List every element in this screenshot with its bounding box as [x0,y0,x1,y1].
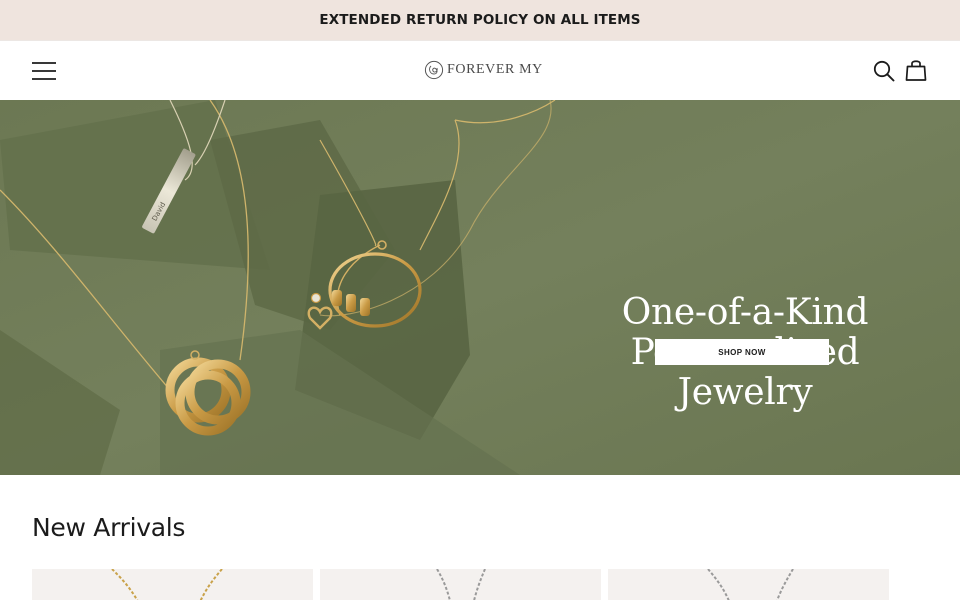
shop-now-button[interactable]: SHOP NOW [655,339,829,365]
product-image [707,569,794,600]
site-logo[interactable]: FOREVER MY [424,59,543,81]
hero-jewelry-image: David [0,100,960,475]
product-card[interactable] [320,569,601,600]
hero-banner: David One-of-a-Kind Personalized Jewelry [0,100,960,475]
product-card[interactable] [608,569,889,600]
hero-title-line: Jewelry [677,372,813,413]
search-icon[interactable] [872,59,896,88]
announcement-bar: EXTENDED RETURN POLICY ON ALL ITEMS [0,0,960,40]
announcement-text: EXTENDED RETURN POLICY ON ALL ITEMS [319,12,641,28]
site-header: FOREVER MY [0,40,960,100]
new-arrivals-title: New Arrivals [32,513,186,542]
hero-title-line: One-of-a-Kind [621,292,869,333]
logo-emblem-icon [424,60,444,80]
shopping-bag-icon[interactable] [905,58,927,87]
product-image [436,569,486,600]
product-card[interactable] [32,569,313,600]
product-image [111,569,223,600]
hamburger-menu-icon[interactable] [31,60,57,82]
logo-text: FOREVER MY [447,62,543,77]
